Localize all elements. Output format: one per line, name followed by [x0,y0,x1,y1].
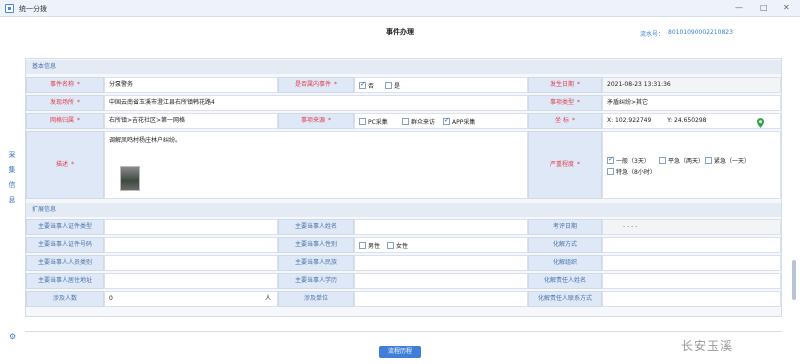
involved-count-field[interactable]: 0 人 [104,291,278,307]
party-ethnic-label: 主要当事人民族 [278,255,354,271]
section-basic-info: 基本信息 [26,60,781,74]
party-cert-no-field[interactable] [104,237,278,253]
party-gender-label: 主要当事人性别 [278,237,354,253]
party-ethnic-field[interactable] [354,255,528,271]
party-name-field[interactable] [354,219,528,235]
side-tab-char: 集 [8,166,16,174]
resolver-name-field[interactable] [602,273,781,289]
side-tab-char: 信 [8,181,16,189]
watermark: 长安玉溪 [681,339,734,353]
page-header: 事件办理 流水号： 80101090002210823 [0,17,800,47]
severity-label: 严重程度 * [528,131,602,199]
window-title: 统一分拨 [19,5,47,13]
side-tab-char: 息 [8,196,16,204]
severity-field: 一般（3天） 平急（两天） 紧急（一天） 特急（8小时） [602,131,781,199]
gender-male-option[interactable]: 男性 [359,241,380,250]
checkbox-icon[interactable] [402,118,409,125]
checkbox-icon[interactable] [659,157,666,164]
serial-number: 80101090002210823 [668,29,733,36]
event-name-label: 事件名称 * [26,77,104,93]
exam-date-label: 考评日期 [528,219,602,235]
coord-x: X: 102.922749 [607,117,652,124]
party-education-field[interactable] [354,273,528,289]
minimize-icon[interactable]: — [735,3,743,13]
involved-unit-label: 涉及单位 [278,291,354,307]
app-icon [5,4,14,13]
resolver-name-label: 化解责任人姓名 [528,273,602,289]
exam-date-field[interactable]: - - - - [602,219,781,235]
checkbox-icon[interactable] [385,82,392,89]
source-field: PC采集 群众来访 APP采集 [354,113,528,129]
source-mass-option[interactable]: 群众来访 [402,117,435,126]
process-history-button[interactable]: 流程历程 [379,346,421,358]
checkbox-icon[interactable] [387,242,394,249]
involved-unit-field[interactable] [354,291,528,307]
party-address-label: 主要当事人居住地址 [26,273,104,289]
checkbox-icon[interactable] [359,242,366,249]
party-cert-type-field[interactable] [104,219,278,235]
occur-date-field[interactable]: 2021-08-23 13:31:36 [602,77,781,93]
in-area-field: 否 是 [354,77,528,93]
resolve-org-field[interactable] [602,255,781,271]
divider [25,331,782,332]
involved-count-unit: 人 [264,295,271,302]
coord-y: Y: 24.650298 [667,117,707,124]
description-field[interactable]: 调解凤鸣村杨庄林户纠纷。 [104,131,528,199]
coord-field: X: 102.922749 Y: 24.650298 [602,113,781,129]
party-education-label: 主要当事人学历 [278,273,354,289]
checkbox-icon[interactable] [705,157,712,164]
party-cert-no-label: 主要当事人证件号码 [26,237,104,253]
gear-icon[interactable]: ⚙ [9,332,16,341]
source-app-option[interactable]: APP采集 [443,116,475,126]
party-address-field[interactable] [104,273,278,289]
side-tab-char: 采 [8,151,16,159]
event-name-field[interactable]: 分泵警务 [104,77,278,93]
resolver-contact-field[interactable] [602,291,781,307]
source-pc-option[interactable]: PC采集 [359,117,388,126]
resolve-method-field[interactable] [602,237,781,253]
location-field[interactable]: 中国云南省玉溪市澄江县右所镇韩花路4 [104,95,528,111]
party-cert-type-label: 主要当事人证件类型 [26,219,104,235]
severity-urgent-option[interactable]: 平急（两天） [659,156,704,165]
checkbox-checked-icon[interactable] [443,116,450,125]
section-extended-info: 扩展信息 [26,203,781,217]
in-area-yes-option[interactable]: 是 [385,81,400,90]
party-gender-field: 男性 女性 [354,237,528,253]
close-icon[interactable]: ✕ [783,3,790,13]
coord-label: 坐 标 * [528,113,602,129]
resolve-org-label: 化解组织 [528,255,602,271]
severity-normal-option[interactable]: 一般（3天） [607,155,650,165]
attachment-photo[interactable] [120,166,140,191]
party-name-label: 主要当事人姓名 [278,219,354,235]
event-type-label: 事项类型 * [528,95,602,111]
checkbox-checked-icon[interactable] [607,155,614,164]
source-label: 事项来源 * [278,113,354,129]
scrollbar-thumb[interactable] [792,260,796,300]
location-label: 发现场所 * [26,95,104,111]
severity-special-option[interactable]: 特急（8小时） [607,167,656,176]
involved-count-value: 0 [109,295,113,302]
involved-count-label: 涉及人数 [26,291,104,307]
severity-critical-option[interactable]: 紧急（一天） [705,156,750,165]
maximize-icon[interactable]: □ [760,3,768,13]
event-type-field[interactable]: 矛盾纠纷>其它 [602,95,781,111]
checkbox-icon[interactable] [607,168,614,175]
map-pin-icon[interactable] [757,118,764,128]
party-category-label: 主要当事人人员类别 [26,255,104,271]
gender-female-option[interactable]: 女性 [387,241,408,250]
occur-date-label: 发生日期 * [528,77,602,93]
party-category-field[interactable] [104,255,278,271]
in-area-no-option[interactable]: 否 [359,80,374,90]
description-label: 描述 * [26,131,104,199]
checkbox-checked-icon[interactable] [359,80,366,89]
side-tab-collect-info[interactable]: 采 集 信 息 [7,148,17,208]
resolve-method-label: 化解方式 [528,237,602,253]
title-bar: 统一分拨 — □ ✕ [0,0,800,17]
grid-label: 网格归属 * [26,113,104,129]
checkbox-icon[interactable] [359,118,366,125]
grid-field[interactable]: 右所镇>吉花社区>第一网格 [104,113,278,129]
in-area-label: 是否属内事件 * [278,77,354,93]
serial-label: 流水号： [640,31,665,38]
resolver-contact-label: 化解责任人联系方式 [528,291,602,307]
